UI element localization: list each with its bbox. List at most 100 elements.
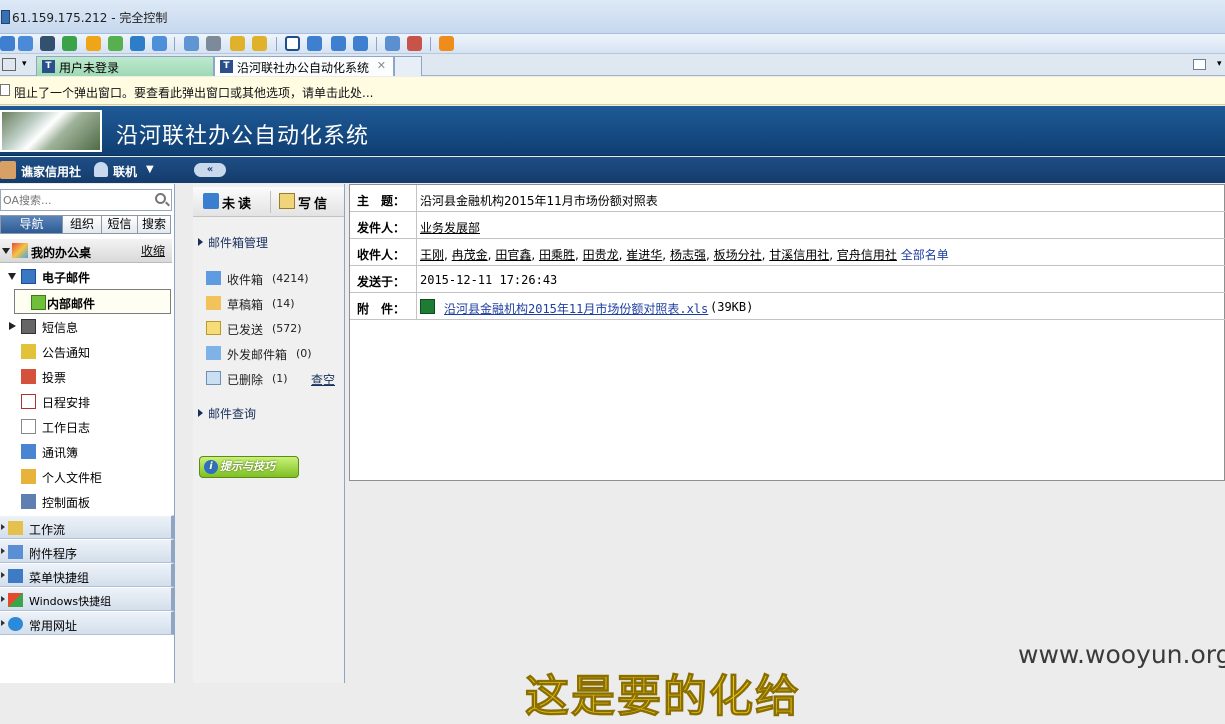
tab-list-chevron-icon[interactable]: ▾ (22, 59, 27, 69)
desk-icon (12, 243, 28, 258)
mailbox-manage-section[interactable]: 邮件箱管理 (193, 226, 344, 254)
folder-outbox[interactable]: 外发邮件箱 (0) (193, 341, 344, 366)
tab-grid-icon[interactable] (2, 58, 16, 71)
recipient-link[interactable]: 田官鑫 (495, 248, 531, 262)
my-desk-header[interactable]: 我的办公桌 收缩 (0, 239, 172, 263)
tree-item-internal-mail[interactable]: 内部邮件 (14, 289, 171, 314)
attachment-link[interactable]: 沿河县金融机构2015年11月市场份额对照表.xls (444, 300, 708, 317)
folder-sent[interactable]: 已发送 (572) (193, 316, 344, 341)
user-status-bar: 谯家信用社 联机 ▼ « (0, 157, 1225, 183)
lock-icon[interactable] (230, 36, 245, 51)
popup-blocked-text[interactable]: 阻止了一个弹出窗口。要查看此弹出窗口或其他选项，请单击此处... (14, 84, 373, 101)
folder-icon (21, 469, 36, 484)
tips-and-tricks-button[interactable]: i 提示与技巧 (199, 456, 299, 478)
tree-item-control-panel[interactable]: 控制面板 (0, 489, 172, 514)
tab-search[interactable]: 搜索 (137, 215, 171, 234)
folder-deleted[interactable]: 已删除 (1) 查空 (193, 366, 344, 391)
tab-organization[interactable]: 组织 (62, 215, 102, 234)
tree-item-sms[interactable]: 短信息 (0, 314, 172, 339)
scale-icon[interactable] (307, 36, 322, 51)
tree-item-addressbook[interactable]: 通讯簿 (0, 439, 172, 464)
toolbar-separator (276, 37, 277, 51)
group-menu-shortcuts[interactable]: 菜单快捷组 (0, 563, 175, 587)
collapse-sidebar-button[interactable]: « (194, 163, 226, 177)
fullscreen-icon[interactable] (0, 36, 15, 51)
folder-count: (14) (272, 297, 295, 310)
popup-blocked-bar[interactable]: 阻止了一个弹出窗口。要查看此弹出窗口或其他选项，请单击此处... (0, 77, 1225, 105)
tree-item-worklog[interactable]: 工作日志 (0, 414, 172, 439)
stretch-icon[interactable] (353, 36, 368, 51)
tree-item-file-cabinet[interactable]: 个人文件柜 (0, 464, 172, 489)
tab-user-not-logged-in[interactable]: T 用户未登录 (36, 56, 214, 76)
fit-icon[interactable] (331, 36, 346, 51)
section-arrow-icon (198, 238, 203, 246)
group-label: Windows快捷组 (29, 595, 112, 608)
recipient-link[interactable]: 官舟信用社 (837, 248, 897, 262)
recipient-link[interactable]: 王刚 (420, 248, 444, 262)
cropped-caption-text: 这是要的化给 (525, 671, 801, 723)
online-status[interactable]: 联机 (113, 163, 137, 180)
mail-envelope-icon (31, 295, 46, 310)
window-icon[interactable] (18, 36, 33, 51)
message-view: 主 题： 沿河县金融机构2015年11月市场份额对照表 发件人： 业务发展部 收… (349, 184, 1225, 481)
trash-icon (206, 371, 221, 385)
chat-icon[interactable] (108, 36, 123, 51)
tree-item-vote[interactable]: 投票 (0, 364, 172, 389)
folder-inbox[interactable]: 收件箱 (4214) (193, 266, 344, 291)
tree-item-announcement[interactable]: 公告通知 (0, 339, 172, 364)
message-icon[interactable] (152, 36, 167, 51)
normal-view-icon[interactable] (285, 36, 300, 51)
page-menu-icon[interactable] (1193, 59, 1206, 70)
tree-item-email[interactable]: 电子邮件 (0, 264, 172, 289)
recipient-link[interactable]: 甘溪信用社 (769, 248, 829, 262)
subject-value: 沿河县金融机构2015年11月市场份额对照表 (420, 194, 658, 208)
tree-item-label: 个人文件柜 (42, 471, 103, 485)
tools-icon[interactable] (407, 36, 422, 51)
recipient-link[interactable]: 崔进华 (626, 248, 662, 262)
oa-search-input[interactable] (3, 192, 148, 208)
folder-drafts[interactable]: 草稿箱 (14) (193, 291, 344, 316)
remote-control-icon (1, 10, 10, 24)
unread-button[interactable]: 未读 (203, 193, 254, 212)
to-row: 收件人： 王刚, 冉茂金, 田官鑫, 田乘胜, 田贵龙, 崔进华, 杨志强, 板… (350, 239, 1225, 266)
search-icon[interactable] (155, 193, 166, 204)
collapsed-arrow-icon (1, 596, 5, 602)
sent-time-value: 2015-12-11 17:26:43 (420, 273, 558, 287)
recipient-link[interactable]: 冉茂金 (452, 248, 488, 262)
monitor-icon[interactable] (385, 36, 400, 51)
addressbook-icon (21, 444, 36, 459)
recipient-link[interactable]: 杨志强 (670, 248, 706, 262)
transfer-icon[interactable] (62, 36, 77, 51)
new-tab-button[interactable] (394, 56, 422, 76)
group-windows-shortcuts[interactable]: Windows快捷组 (0, 587, 175, 611)
group-accessories[interactable]: 附件程序 (0, 539, 175, 563)
collapsed-arrow-icon (1, 548, 5, 554)
tab-close-icon[interactable]: ✕ (377, 59, 386, 72)
status-dropdown-icon[interactable]: ▼ (146, 164, 154, 175)
tab-sms[interactable]: 短信 (101, 215, 138, 234)
power-icon[interactable] (86, 36, 101, 51)
compose-button[interactable]: 写信 (279, 193, 330, 212)
pencil-icon (279, 193, 295, 209)
collapsed-arrow-icon (1, 524, 5, 530)
upload-icon[interactable] (184, 36, 199, 51)
collapse-link[interactable]: 收缩 (141, 242, 165, 259)
recipient-link[interactable]: 田贵龙 (583, 248, 619, 262)
phone-icon[interactable] (130, 36, 145, 51)
menu-chevron-icon[interactable]: ▾ (1217, 59, 1222, 69)
empty-trash-link[interactable]: 查空 (311, 371, 335, 388)
unlock-icon[interactable] (252, 36, 267, 51)
from-link[interactable]: 业务发展部 (420, 219, 480, 236)
close-session-icon[interactable] (439, 36, 454, 51)
terminal-icon[interactable] (40, 36, 55, 51)
tree-item-schedule[interactable]: 日程安排 (0, 389, 172, 414)
tab-navigation[interactable]: 导航 (0, 215, 63, 234)
group-workflow[interactable]: 工作流 (0, 515, 175, 539)
tab-oa-system[interactable]: T 沿河联社办公自动化系统 ✕ (214, 56, 394, 76)
network-icon[interactable] (206, 36, 221, 51)
mail-query-section[interactable]: 邮件查询 (193, 397, 344, 425)
recipient-link[interactable]: 田乘胜 (539, 248, 575, 262)
group-common-urls[interactable]: 常用网址 (0, 611, 175, 635)
recipient-link[interactable]: 板场分社 (714, 248, 762, 262)
all-recipients-link[interactable]: 全部名单 (901, 248, 949, 262)
